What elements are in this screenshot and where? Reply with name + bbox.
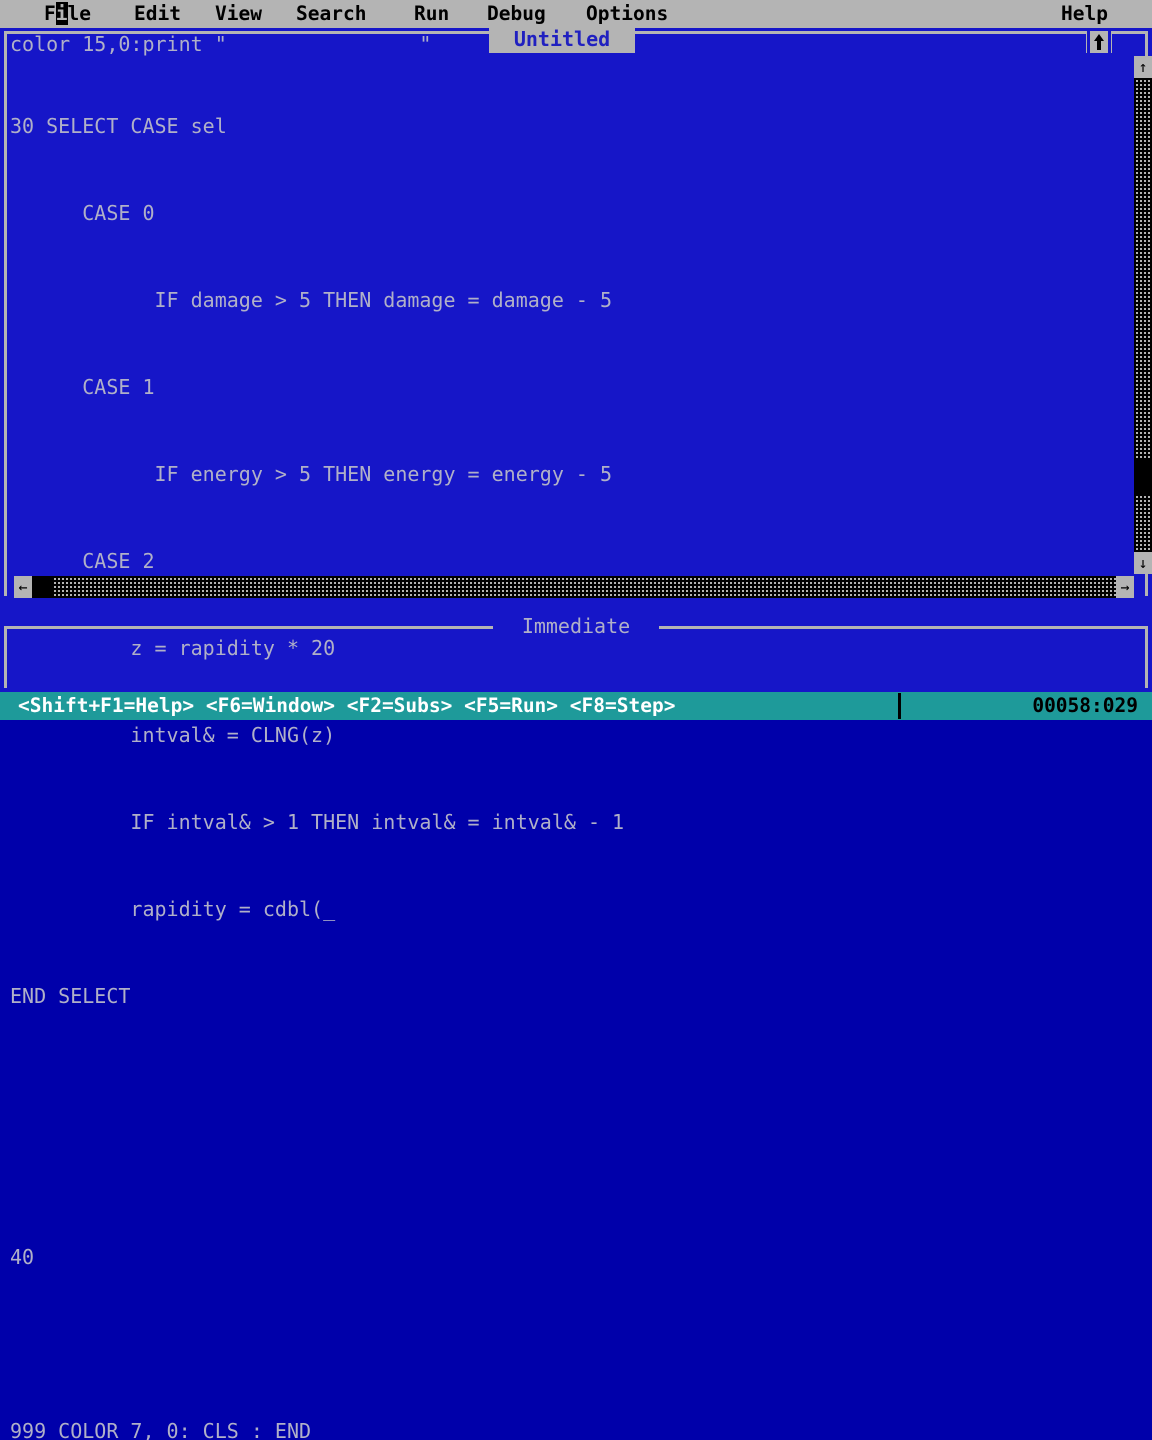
horizontal-scrollbar-thumb[interactable] (32, 576, 52, 598)
maximize-button[interactable] (1086, 31, 1112, 53)
menu-file-pre: F (44, 2, 56, 25)
immediate-window-title: Immediate (493, 612, 659, 640)
immediate-window: Immediate (4, 604, 1148, 688)
status-bar-shortcuts[interactable]: <Shift+F1=Help> <F6=Window> <F2=Subs> <F… (18, 692, 675, 720)
code-line: CASE 0 (10, 201, 155, 225)
code-line-with-cursor: rapidity = cdbl(_ (10, 897, 336, 921)
status-bar: <Shift+F1=Help> <F6=Window> <F2=Subs> <F… (0, 692, 1152, 720)
immediate-frame-right-border (1145, 626, 1148, 688)
menu-file-post: le (67, 2, 91, 25)
code-line: 30 SELECT CASE sel (10, 114, 227, 138)
status-bar-separator (898, 693, 901, 719)
menu-item-options[interactable]: Options (586, 0, 668, 28)
code-line: IF damage > 5 THEN damage = damage - 5 (10, 288, 613, 312)
cursor-position-indicator: 00058:029 (1032, 694, 1138, 717)
qbasic-screen: File Edit View Search Run Debug Options … (0, 0, 1152, 1440)
menu-item-debug[interactable]: Debug (487, 0, 546, 28)
menu-item-run[interactable]: Run (414, 0, 449, 28)
code-line: 999 COLOR 7, 0: CLS : END (10, 1419, 312, 1440)
menu-file-highlight-char: i (55, 2, 68, 25)
code-line: 40 (10, 1245, 35, 1269)
scroll-down-arrow-icon[interactable]: ↓ (1134, 552, 1152, 574)
code-line: IF energy > 5 THEN energy = energy - 5 (10, 462, 613, 486)
code-line: intval& = CLNG(z) (10, 723, 336, 747)
code-text-area[interactable]: 30 SELECT CASE sel CASE 0 IF damage > 5 … (10, 54, 1120, 1440)
code-line: CASE 1 (10, 375, 155, 399)
code-line: IF intval& > 1 THEN intval& = intval& - … (10, 810, 625, 834)
menu-item-edit[interactable]: Edit (134, 0, 181, 28)
horizontal-scrollbar[interactable]: ← → (14, 576, 1134, 598)
vertical-scrollbar-thumb[interactable] (1134, 460, 1152, 494)
vertical-scrollbar[interactable]: ↑ ↓ (1134, 56, 1152, 574)
code-line: END SELECT (10, 984, 131, 1008)
scroll-left-arrow-icon[interactable]: ← (14, 576, 32, 598)
horizontal-scrollbar-track[interactable] (32, 576, 1116, 598)
scroll-right-arrow-icon[interactable]: → (1116, 576, 1134, 598)
menu-bar: File Edit View Search Run Debug Options … (0, 0, 1152, 28)
menu-item-file[interactable]: File (44, 0, 91, 28)
scroll-up-arrow-icon[interactable]: ↑ (1134, 56, 1152, 78)
immediate-frame-left-border (4, 626, 7, 688)
maximize-arrow-icon (1087, 31, 1111, 53)
editor-frame-left-border (4, 31, 7, 596)
menu-item-help[interactable]: Help (1061, 0, 1108, 28)
menu-item-view[interactable]: View (215, 0, 262, 28)
menu-item-search[interactable]: Search (296, 0, 366, 28)
immediate-input-line[interactable]: color 15,0:print " " (10, 30, 431, 59)
code-line: CASE 2 (10, 549, 155, 573)
editor-title: Untitled (489, 25, 635, 53)
